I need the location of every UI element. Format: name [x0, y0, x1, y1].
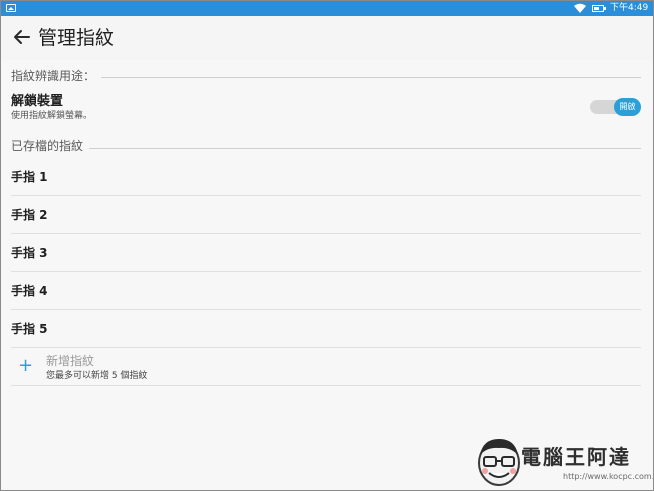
section-header-usage: 指紋辨識用途：	[11, 68, 102, 84]
app-bar: 管理指紋	[1, 16, 653, 60]
fingerprint-label: 手指 3	[11, 246, 48, 260]
page-title: 管理指紋	[38, 27, 115, 49]
add-fingerprint-subtitle: 您最多可以新增 5 個指紋	[46, 371, 148, 381]
fingerprint-item-2[interactable]: 手指 2	[1, 196, 653, 234]
toggle-thumb: 開啟	[614, 98, 641, 116]
section-divider-usage	[11, 77, 641, 78]
screen-frame: 下午4:49 管理指紋 指紋辨識用途： 解鎖裝置 使用指紋解鎖螢幕。 開啟 已存…	[0, 0, 654, 491]
section-header-saved: 已存檔的指紋	[11, 138, 90, 154]
unlock-pref-subtitle: 使用指紋解鎖螢幕。	[11, 111, 93, 121]
plus-icon: +	[18, 355, 34, 376]
fingerprint-item-1[interactable]: 手指 1	[1, 158, 653, 196]
image-icon	[6, 4, 16, 12]
unlock-toggle[interactable]: 開啟	[590, 98, 642, 116]
unlock-pref-title: 解鎖裝置	[11, 94, 64, 109]
mascot-face-icon	[478, 439, 520, 486]
wifi-icon	[574, 3, 586, 13]
add-fingerprint-item[interactable]: + 新增指紋 您最多可以新增 5 個指紋	[1, 348, 653, 386]
arrow-back-icon[interactable]	[11, 26, 33, 48]
fingerprint-label: 手指 2	[11, 208, 48, 222]
fingerprint-label: 手指 4	[11, 284, 48, 298]
fingerprint-item-3[interactable]: 手指 3	[1, 234, 653, 272]
fingerprint-label: 手指 1	[11, 170, 48, 184]
row-divider	[11, 385, 641, 386]
watermark-url: http://www.kocpc.com.tw	[563, 472, 654, 481]
fingerprint-item-4[interactable]: 手指 4	[1, 272, 653, 310]
fingerprint-item-5[interactable]: 手指 5	[1, 310, 653, 348]
section-divider-saved	[11, 148, 641, 149]
watermark-logo: 電腦王阿達 http://www.kocpc.com.tw	[471, 433, 654, 489]
add-fingerprint-title: 新增指紋	[46, 354, 95, 368]
status-bar: 下午4:49	[1, 1, 653, 16]
watermark-title: 電腦王阿達	[521, 445, 631, 469]
fingerprint-label: 手指 5	[11, 322, 48, 336]
status-time: 下午4:49	[610, 3, 649, 13]
battery-icon	[592, 5, 606, 12]
